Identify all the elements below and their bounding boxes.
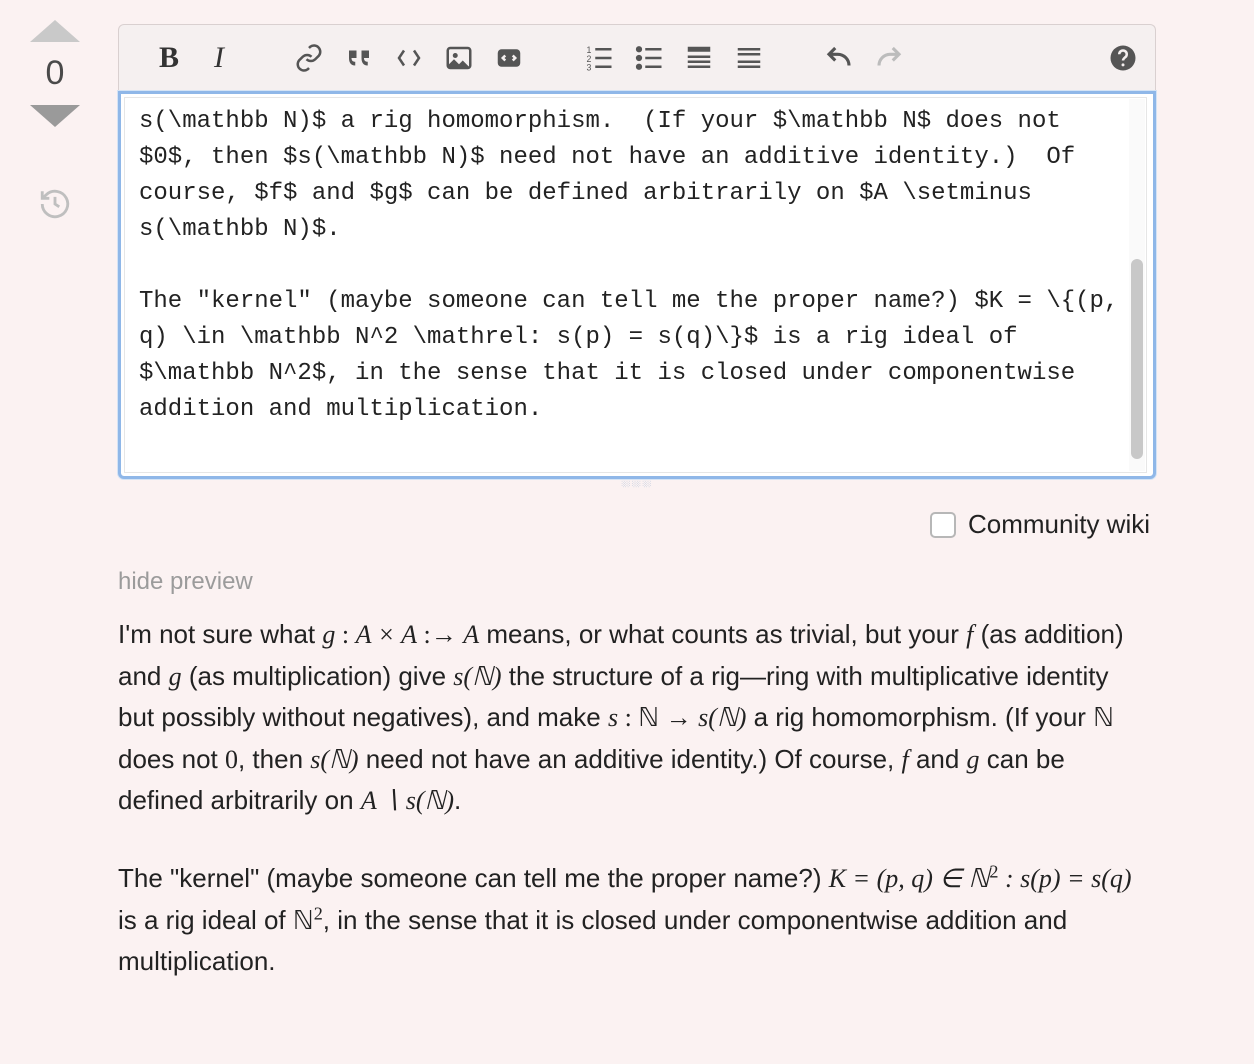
editor-toolbar: B I (118, 24, 1156, 91)
link-icon (294, 43, 324, 73)
math-sN: s(ℕ) (453, 662, 501, 691)
vote-score: 0 (46, 54, 65, 93)
math-AxA: A × A (356, 620, 417, 649)
heading-icon (684, 43, 714, 73)
redo-button[interactable] (871, 40, 907, 76)
hide-preview-link[interactable]: hide preview (118, 540, 1156, 614)
timeline-button[interactable] (38, 187, 72, 221)
image-button[interactable] (441, 40, 477, 76)
math-g: g (322, 620, 335, 649)
undo-button[interactable] (821, 40, 857, 76)
bold-button[interactable]: B (151, 40, 187, 76)
undo-icon (824, 43, 854, 73)
editor-textarea[interactable] (125, 98, 1146, 472)
link-button[interactable] (291, 40, 327, 76)
quote-icon (344, 43, 374, 73)
scrollbar-thumb[interactable] (1131, 259, 1143, 459)
italic-button[interactable]: I (201, 40, 237, 76)
downvote-button[interactable] (30, 105, 80, 127)
community-wiki-checkbox[interactable] (930, 512, 956, 538)
preview-paragraph: The "kernel" (maybe someone can tell me … (118, 858, 1146, 983)
hr-icon (734, 43, 764, 73)
scrollbar[interactable] (1129, 99, 1145, 471)
unordered-list-button[interactable] (631, 40, 667, 76)
history-icon (38, 187, 72, 221)
math-K-eq: K = (p, q) ∈ ℕ (829, 864, 990, 893)
snippet-button[interactable] (491, 40, 527, 76)
unordered-list-icon (634, 43, 664, 73)
preview-pane: I'm not sure what g : A × A :→ A means, … (118, 614, 1156, 983)
math-N: ℕ (638, 703, 659, 732)
editor-container (118, 91, 1156, 479)
image-icon (444, 43, 474, 73)
help-icon (1108, 43, 1138, 73)
math-A: A (463, 620, 479, 649)
snippet-icon (494, 43, 524, 73)
ordered-list-button[interactable]: 1 2 3 (581, 40, 617, 76)
quote-button[interactable] (341, 40, 377, 76)
community-wiki-label: Community wiki (968, 509, 1150, 540)
preview-paragraph: I'm not sure what g : A × A :→ A means, … (118, 614, 1146, 822)
math-A-setminus-sN: A ∖ s(ℕ) (361, 786, 454, 815)
heading-button[interactable] (681, 40, 717, 76)
redo-icon (874, 43, 904, 73)
code-icon (394, 43, 424, 73)
hr-button[interactable] (731, 40, 767, 76)
help-button[interactable] (1105, 40, 1141, 76)
code-button[interactable] (391, 40, 427, 76)
ordered-list-icon: 1 2 3 (584, 43, 614, 73)
svg-text:3: 3 (587, 63, 592, 73)
upvote-button[interactable] (30, 20, 80, 42)
